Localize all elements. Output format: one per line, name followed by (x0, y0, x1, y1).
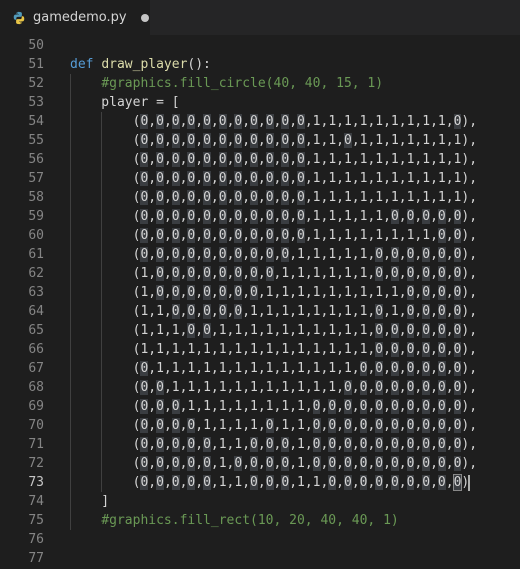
code-text: (0,0,0,0,0,1,0,0,0,0,1,0,0,0,0,0,0,0,0,0… (70, 456, 478, 471)
code-line[interactable]: 55 (0,0,0,0,0,0,0,0,0,0,0,1,1,0,1,1,1,1,… (0, 131, 520, 150)
code-line[interactable]: 64 (1,1,0,0,0,0,0,1,1,1,1,1,1,1,1,0,1,0,… (0, 302, 520, 321)
tab-gamedemo[interactable]: gamedemo.py (0, 0, 150, 35)
code-line[interactable]: 70 (0,0,0,0,1,1,1,1,0,1,1,0,0,0,0,0,0,0,… (0, 416, 520, 435)
code-line[interactable]: 51 def draw_player(): (0, 55, 520, 74)
line-number: 69 (28, 399, 44, 414)
line-number: 71 (28, 437, 44, 452)
line-number: 75 (28, 513, 44, 528)
tab-bar: gamedemo.py (0, 0, 520, 35)
line-number: 53 (28, 95, 44, 110)
code-line[interactable]: 75 #graphics.fill_rect(10, 20, 40, 40, 1… (0, 511, 520, 530)
line-number: 51 (28, 57, 44, 72)
code-line[interactable]: 61 (0,0,0,0,0,0,0,0,0,0,1,1,1,1,1,0,0,0,… (0, 245, 520, 264)
code-text: #graphics.fill_rect(10, 20, 40, 40, 1) (101, 513, 399, 528)
tab-title: gamedemo.py (33, 10, 127, 25)
code-line[interactable]: 62 (1,0,0,0,0,0,0,0,0,1,1,1,1,1,1,0,0,0,… (0, 264, 520, 283)
code-line[interactable]: 50 (0, 36, 520, 55)
code-text: (1,1,0,0,0,0,0,1,1,1,1,1,1,1,1,0,1,0,0,0… (70, 304, 478, 319)
line-number: 54 (28, 114, 44, 129)
code-text: #graphics.fill_circle(40, 40, 15, 1) (101, 76, 384, 91)
code-line[interactable]: 77 (0, 549, 520, 568)
code-text: (0,0,0,0,0,0,0,0,0,0,0,1,1,1,1,1,1,1,1,0… (70, 228, 478, 243)
code-line[interactable]: 65 (1,1,1,0,0,1,1,1,1,1,1,1,1,1,1,0,0,0,… (0, 321, 520, 340)
line-number: 59 (28, 209, 44, 224)
code-text: (0,0,0,0,0,0,0,0,0,0,0,1,1,1,1,1,1,1,1,1… (70, 190, 478, 205)
line-number: 63 (28, 285, 44, 300)
code-line[interactable]: 52 #graphics.fill_circle(40, 40, 15, 1) (0, 74, 520, 93)
line-number: 76 (28, 532, 44, 547)
code-text: player = [ (70, 95, 180, 110)
code-line[interactable]: 67 (0,1,1,1,1,1,1,1,1,1,1,1,1,1,0,0,0,0,… (0, 359, 520, 378)
line-number: 55 (28, 133, 44, 148)
code-line[interactable]: 73 (0,0,0,0,0,1,1,0,0,0,1,1,0,0,0,0,0,0,… (0, 473, 520, 492)
line-number: 62 (28, 266, 44, 281)
code-line[interactable]: 63 (1,0,0,0,0,0,0,0,1,1,1,1,1,1,1,1,1,0,… (0, 283, 520, 302)
line-number: 73 (28, 475, 44, 490)
code-text: (1,1,1,0,0,1,1,1,1,1,1,1,1,1,1,0,0,0,0,0… (70, 323, 478, 338)
code-text: def draw_player(): (70, 57, 211, 72)
code-line[interactable]: 57 (0,0,0,0,0,0,0,0,0,0,0,1,1,1,1,1,1,1,… (0, 169, 520, 188)
line-number: 61 (28, 247, 44, 262)
python-icon (13, 11, 25, 24)
code-text: (0,0,0,0,0,1,1,0,0,0,1,1,0,0,0,0,0,0,0,0… (70, 474, 471, 491)
code-text: (0,0,0,0,0,0,0,0,0,0,0,1,1,1,1,1,1,1,1,1… (70, 114, 478, 129)
line-number: 56 (28, 152, 44, 167)
code-text: ] (70, 494, 110, 509)
line-number: 67 (28, 361, 44, 376)
code-line[interactable]: 74 ] (0, 492, 520, 511)
code-text: (1,0,0,0,0,0,0,0,1,1,1,1,1,1,1,1,1,0,0,0… (70, 285, 478, 300)
code-line[interactable]: 58 (0,0,0,0,0,0,0,0,0,0,0,1,1,1,1,1,1,1,… (0, 188, 520, 207)
code-text: (1,0,0,0,0,0,0,0,0,1,1,1,1,1,1,0,0,0,0,0… (70, 266, 478, 281)
code-line[interactable]: 56 (0,0,0,0,0,0,0,0,0,0,0,1,1,1,1,1,1,1,… (0, 150, 520, 169)
code-line[interactable]: 54 (0,0,0,0,0,0,0,0,0,0,0,1,1,1,1,1,1,1,… (0, 112, 520, 131)
line-number: 50 (28, 38, 44, 53)
line-number: 70 (28, 418, 44, 433)
line-number: 60 (28, 228, 44, 243)
code-line[interactable]: 72 (0,0,0,0,0,1,0,0,0,0,1,0,0,0,0,0,0,0,… (0, 454, 520, 473)
line-number: 65 (28, 323, 44, 338)
code-text: (0,0,0,0,0,0,0,0,0,0,1,1,1,1,1,0,0,0,0,0… (70, 247, 478, 262)
code-text: (0,0,0,0,0,1,1,0,0,0,1,0,0,0,0,0,0,0,0,0… (70, 437, 478, 452)
code-editor[interactable]: 50 51 def draw_player(): 52 #graphics.fill_… (0, 35, 520, 569)
code-text: (0,0,0,0,0,0,0,0,0,0,0,1,1,0,1,1,1,1,1,1… (70, 133, 478, 148)
code-line[interactable]: 60 (0,0,0,0,0,0,0,0,0,0,0,1,1,1,1,1,1,1,… (0, 226, 520, 245)
unsaved-dot-icon[interactable] (140, 13, 149, 22)
text-caret (468, 474, 471, 491)
code-text: (0,0,0,1,1,1,1,1,1,1,1,0,0,0,0,0,0,0,0,0… (70, 399, 478, 414)
line-number: 52 (28, 76, 44, 91)
line-number: 77 (28, 551, 44, 566)
line-number: 66 (28, 342, 44, 357)
line-number: 72 (28, 456, 44, 471)
code-text: (0,0,0,0,1,1,1,1,0,1,1,0,0,0,0,0,0,0,0,0… (70, 418, 478, 433)
code-line[interactable]: 69 (0,0,0,1,1,1,1,1,1,1,1,0,0,0,0,0,0,0,… (0, 397, 520, 416)
code-line[interactable]: 53 player = [ (0, 93, 520, 112)
indent-guide (70, 74, 71, 530)
code-text: (1,1,1,1,1,1,1,1,1,1,1,1,1,1,1,0,0,0,0,0… (70, 342, 478, 357)
indent-guide (101, 112, 103, 492)
line-number: 64 (28, 304, 44, 319)
line-number: 57 (28, 171, 44, 186)
code-line[interactable]: 68 (0,0,1,1,1,1,1,1,1,1,1,1,1,0,0,0,0,0,… (0, 378, 520, 397)
code-text: (0,0,1,1,1,1,1,1,1,1,1,1,1,0,0,0,0,0,0,0… (70, 380, 478, 395)
code-text: (0,0,0,0,0,0,0,0,0,0,0,1,1,1,1,1,1,1,1,1… (70, 152, 478, 167)
code-text: (0,0,0,0,0,0,0,0,0,0,0,1,1,1,1,1,0,0,0,0… (70, 209, 478, 224)
code-text: (0,1,1,1,1,1,1,1,1,1,1,1,1,1,0,0,0,0,0,0… (70, 361, 478, 376)
line-number: 74 (28, 494, 44, 509)
code-line[interactable]: 71 (0,0,0,0,0,1,1,0,0,0,1,0,0,0,0,0,0,0,… (0, 435, 520, 454)
code-line[interactable]: 66 (1,1,1,1,1,1,1,1,1,1,1,1,1,1,1,0,0,0,… (0, 340, 520, 359)
code-line[interactable]: 59 (0,0,0,0,0,0,0,0,0,0,0,1,1,1,1,1,0,0,… (0, 207, 520, 226)
code-line[interactable]: 76 (0, 530, 520, 549)
line-number: 58 (28, 190, 44, 205)
code-text: (0,0,0,0,0,0,0,0,0,0,0,1,1,1,1,1,1,1,1,1… (70, 171, 478, 186)
line-number: 68 (28, 380, 44, 395)
